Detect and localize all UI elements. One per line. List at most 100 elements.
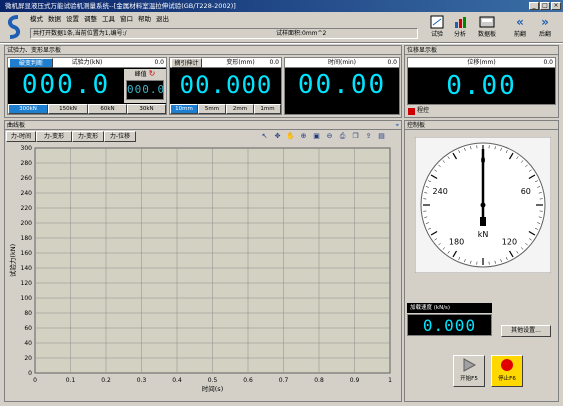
double-chevron-left-icon: «: [516, 14, 524, 29]
x-tick-label: 0.5: [208, 377, 218, 384]
force-time-chart[interactable]: 0 0.1 0.2 0.3 0.4 0.5 0.6 0.7 0.8 0.9 1 0 20 40 60 80 10…: [5, 143, 401, 401]
x-tick-label: 0.3: [137, 377, 147, 384]
force-label-bar: 破变判断 试验力(kN) 0.0: [8, 58, 166, 68]
y-tick-label: 0: [28, 370, 32, 377]
prev-page-button[interactable]: « 前翻: [507, 14, 533, 40]
menu-item-adjust[interactable]: 调整: [84, 13, 97, 26]
toolbar-separator: [0, 42, 563, 44]
x-tick-label: 0.2: [101, 377, 111, 384]
program-control-led: [408, 107, 415, 115]
range-5mm-button[interactable]: 5mm: [198, 104, 226, 114]
specimen-area: 试样面积:0mm^2: [276, 30, 327, 37]
next-page-button[interactable]: » 后翻: [532, 14, 558, 40]
peak-box: 峰值 ↻ 000.0: [124, 69, 166, 103]
stop-button[interactable]: 停止F6: [491, 355, 523, 387]
settings-icon[interactable]: ▤: [376, 131, 387, 141]
control-panel-header: 控制板: [405, 121, 558, 130]
y-tick-label: 40: [24, 340, 32, 347]
data-board-button[interactable]: 数据板: [472, 14, 502, 40]
force-gauge: 060120180240kN: [415, 137, 551, 273]
analyze-button[interactable]: 分析: [447, 14, 473, 40]
menu-item-window[interactable]: 窗口: [120, 13, 133, 26]
copy-icon[interactable]: ❐: [350, 131, 361, 141]
y-tick-label: 120: [21, 280, 33, 287]
minimize-button[interactable]: _: [529, 2, 539, 10]
menu-bar: 模式 数据 设置 调整 工具 窗口 帮助 退出: [30, 13, 169, 26]
displacement-small-value: 0.0: [543, 59, 553, 66]
curve-panel: 曲线板 ⌖ 力-时间 力-变形 力-变形 力-位移 ↖ ✥ ✋ ⊕ ▣ ⊖ ⎙ ❐ ⇪ ▤ 0 0.…: [4, 120, 402, 402]
deform-value: 00.000: [179, 71, 273, 99]
menu-item-exit[interactable]: 退出: [156, 13, 169, 26]
extensometer-button[interactable]: 摘引伸计: [171, 58, 202, 68]
pointer-icon[interactable]: ↖: [259, 131, 270, 141]
menu-item-tools[interactable]: 工具: [102, 13, 115, 26]
window-title: 微机屏显液压式万能试验机测量系统--[金属材料室温拉伸试验(GB/T228-20…: [5, 2, 236, 10]
menu-item-data[interactable]: 数据: [48, 13, 61, 26]
peak-label: 峰值 ↻: [134, 69, 156, 78]
force-display: 破变判断 试验力(kN) 0.0 000.0 峰值 ↻ 000.0 300kN …: [7, 57, 167, 115]
gauge-unit: kN: [478, 230, 489, 239]
y-tick-label: 100: [21, 295, 33, 302]
status-info-bar: 共打开数据1条,当前位置为1,编号:/ 试样面积:0mm^2: [30, 28, 418, 39]
tab-force-deform[interactable]: 力-变形: [72, 131, 104, 142]
gauge-tick-label: 240: [433, 187, 448, 196]
other-settings-button[interactable]: 其他设置...: [501, 325, 551, 337]
force-range-buttons: 300kN 150kN 60kN 30kN: [8, 104, 166, 114]
gauge-hub: [480, 202, 486, 208]
play-icon: [463, 358, 477, 372]
menu-item-help[interactable]: 帮助: [138, 13, 151, 26]
range-2mm-button[interactable]: 2mm: [226, 104, 254, 114]
range-30kn-button[interactable]: 30kN: [127, 104, 166, 114]
range-60kn-button[interactable]: 60kN: [88, 104, 127, 114]
pin-icon[interactable]: ⌖: [396, 121, 399, 130]
displacement-panel-header: 位移显示板: [405, 46, 558, 55]
y-tick-label: 180: [21, 235, 33, 242]
time-value: 00.00: [297, 70, 387, 100]
tab-force-displacement[interactable]: 力-位移: [104, 131, 136, 142]
stop-label: 停止F6: [498, 376, 516, 382]
curve-panel-header: 曲线板 ⌖: [5, 121, 401, 130]
deform-display: 摘引伸计 变形(mm) 0.0 00.000 10mm 5mm 2mm 1mm: [169, 57, 282, 115]
print-icon[interactable]: ⎙: [337, 131, 348, 141]
y-tick-label: 240: [21, 190, 33, 197]
break-judge-button[interactable]: 破变判断: [9, 58, 53, 68]
program-control-label: 程控: [417, 107, 430, 114]
start-label: 开始F5: [460, 376, 478, 382]
displacement-label-bar: 位移(mm) 0.0: [408, 58, 555, 68]
window-title-bar: 微机屏显液压式万能试验机测量系统--[金属材料室温拉伸试验(GB/T228-20…: [0, 0, 563, 12]
range-10mm-button[interactable]: 10mm: [170, 104, 198, 114]
force-label: 试验力(kN): [71, 59, 103, 66]
tab-force-time[interactable]: 力-时间: [6, 131, 36, 142]
close-button[interactable]: ×: [551, 2, 561, 10]
y-tick-label: 60: [24, 325, 32, 332]
next-page-label: 后翻: [538, 31, 551, 38]
menu-item-settings[interactable]: 设置: [66, 13, 79, 26]
gauge-tick-label: 60: [521, 187, 531, 196]
move-icon[interactable]: ✥: [272, 131, 283, 141]
menu-item-mode[interactable]: 模式: [30, 13, 43, 26]
range-300kn-button[interactable]: 300kN: [8, 104, 48, 114]
y-tick-label: 220: [21, 205, 33, 212]
zoom-area-icon[interactable]: ▣: [311, 131, 322, 141]
displacement-display: 位移(mm) 0.0 0.00: [407, 57, 556, 105]
range-150kn-button[interactable]: 150kN: [48, 104, 88, 114]
zoom-out-icon[interactable]: ⊖: [324, 131, 335, 141]
y-tick-label: 200: [21, 220, 33, 227]
y-tick-label: 20: [24, 355, 32, 362]
start-button[interactable]: 开始F5: [453, 355, 485, 387]
range-1mm-button[interactable]: 1mm: [254, 104, 281, 114]
force-value: 000.0: [21, 70, 111, 100]
analyze-label: 分析: [453, 31, 466, 38]
tab-deform-time[interactable]: 力-变形: [36, 131, 72, 142]
y-tick-label: 160: [21, 250, 33, 257]
program-control-indicator[interactable]: 程控: [408, 107, 429, 115]
zoom-in-icon[interactable]: ⊕: [298, 131, 309, 141]
maximize-button[interactable]: □: [540, 2, 550, 10]
displacement-label: 位移(mm): [467, 59, 496, 66]
hand-icon[interactable]: ✋: [285, 131, 296, 141]
time-label-bar: 时间(min) 0.0: [285, 58, 399, 68]
app-logo: [7, 15, 21, 39]
export-icon[interactable]: ⇪: [363, 131, 374, 141]
deform-label-bar: 摘引伸计 变形(mm) 0.0: [170, 58, 281, 68]
time-small-value: 0.0: [387, 59, 397, 66]
